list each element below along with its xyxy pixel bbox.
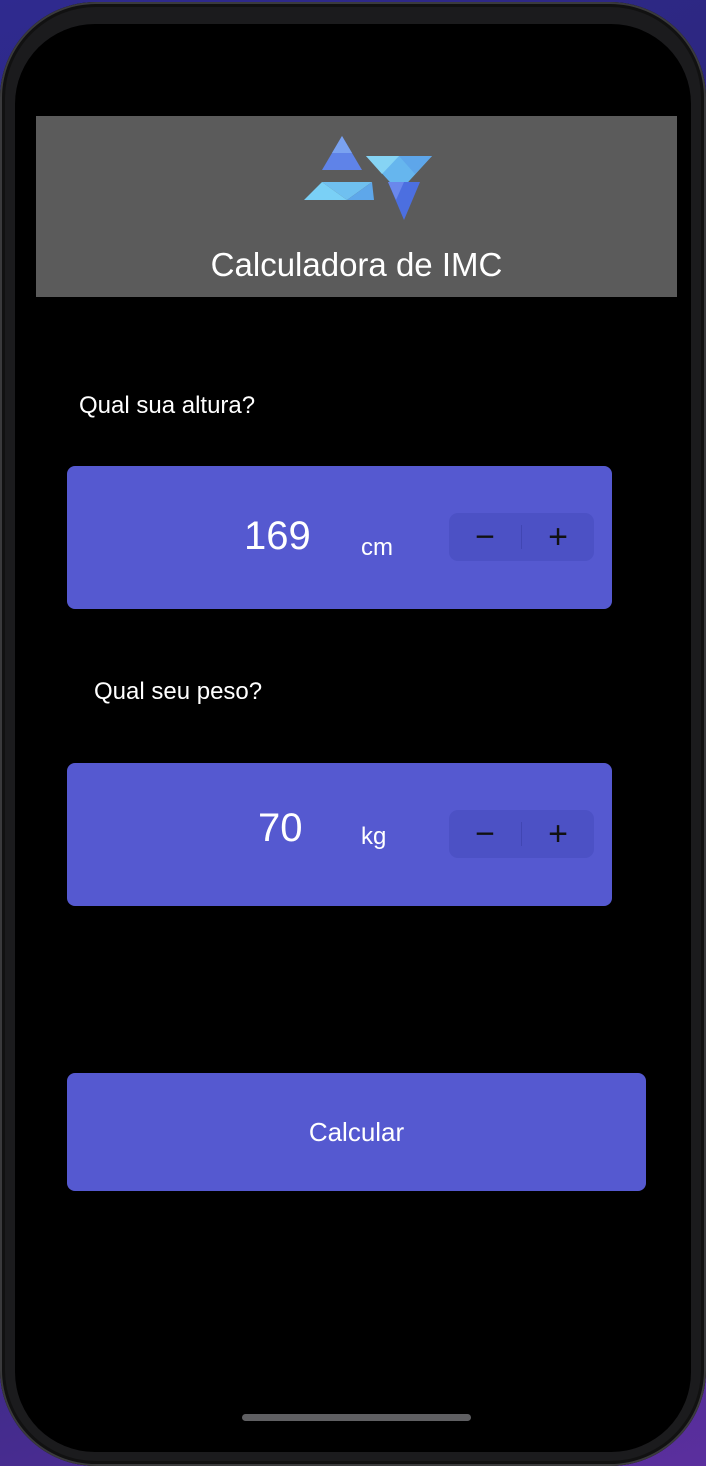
height-decrement-button[interactable]: −	[449, 513, 521, 561]
weight-card: 70 kg − +	[67, 763, 612, 906]
app-screen: Calculadora de IMC Qual sua altura? 169 …	[15, 24, 691, 1452]
height-card: 169 cm − +	[67, 466, 612, 609]
height-value: 169	[244, 514, 311, 558]
height-stepper: − +	[449, 513, 594, 561]
triangles-logo-icon	[304, 136, 432, 220]
calculate-button[interactable]: Calcular	[67, 1073, 646, 1191]
height-increment-button[interactable]: +	[522, 513, 594, 561]
weight-question-label: Qual seu peso?	[94, 678, 263, 705]
height-question-label: Qual sua altura?	[79, 392, 256, 419]
app-header: Calculadora de IMC	[36, 116, 677, 297]
device-frame: Calculadora de IMC Qual sua altura? 169 …	[0, 2, 706, 1466]
weight-stepper: − +	[449, 810, 594, 858]
weight-decrement-button[interactable]: −	[449, 810, 521, 858]
height-unit: cm	[361, 534, 393, 561]
home-indicator[interactable]	[242, 1414, 471, 1421]
page-title: Calculadora de IMC	[210, 246, 503, 283]
weight-value: 70	[258, 806, 303, 850]
weight-increment-button[interactable]: +	[522, 810, 594, 858]
weight-unit: kg	[361, 823, 387, 850]
